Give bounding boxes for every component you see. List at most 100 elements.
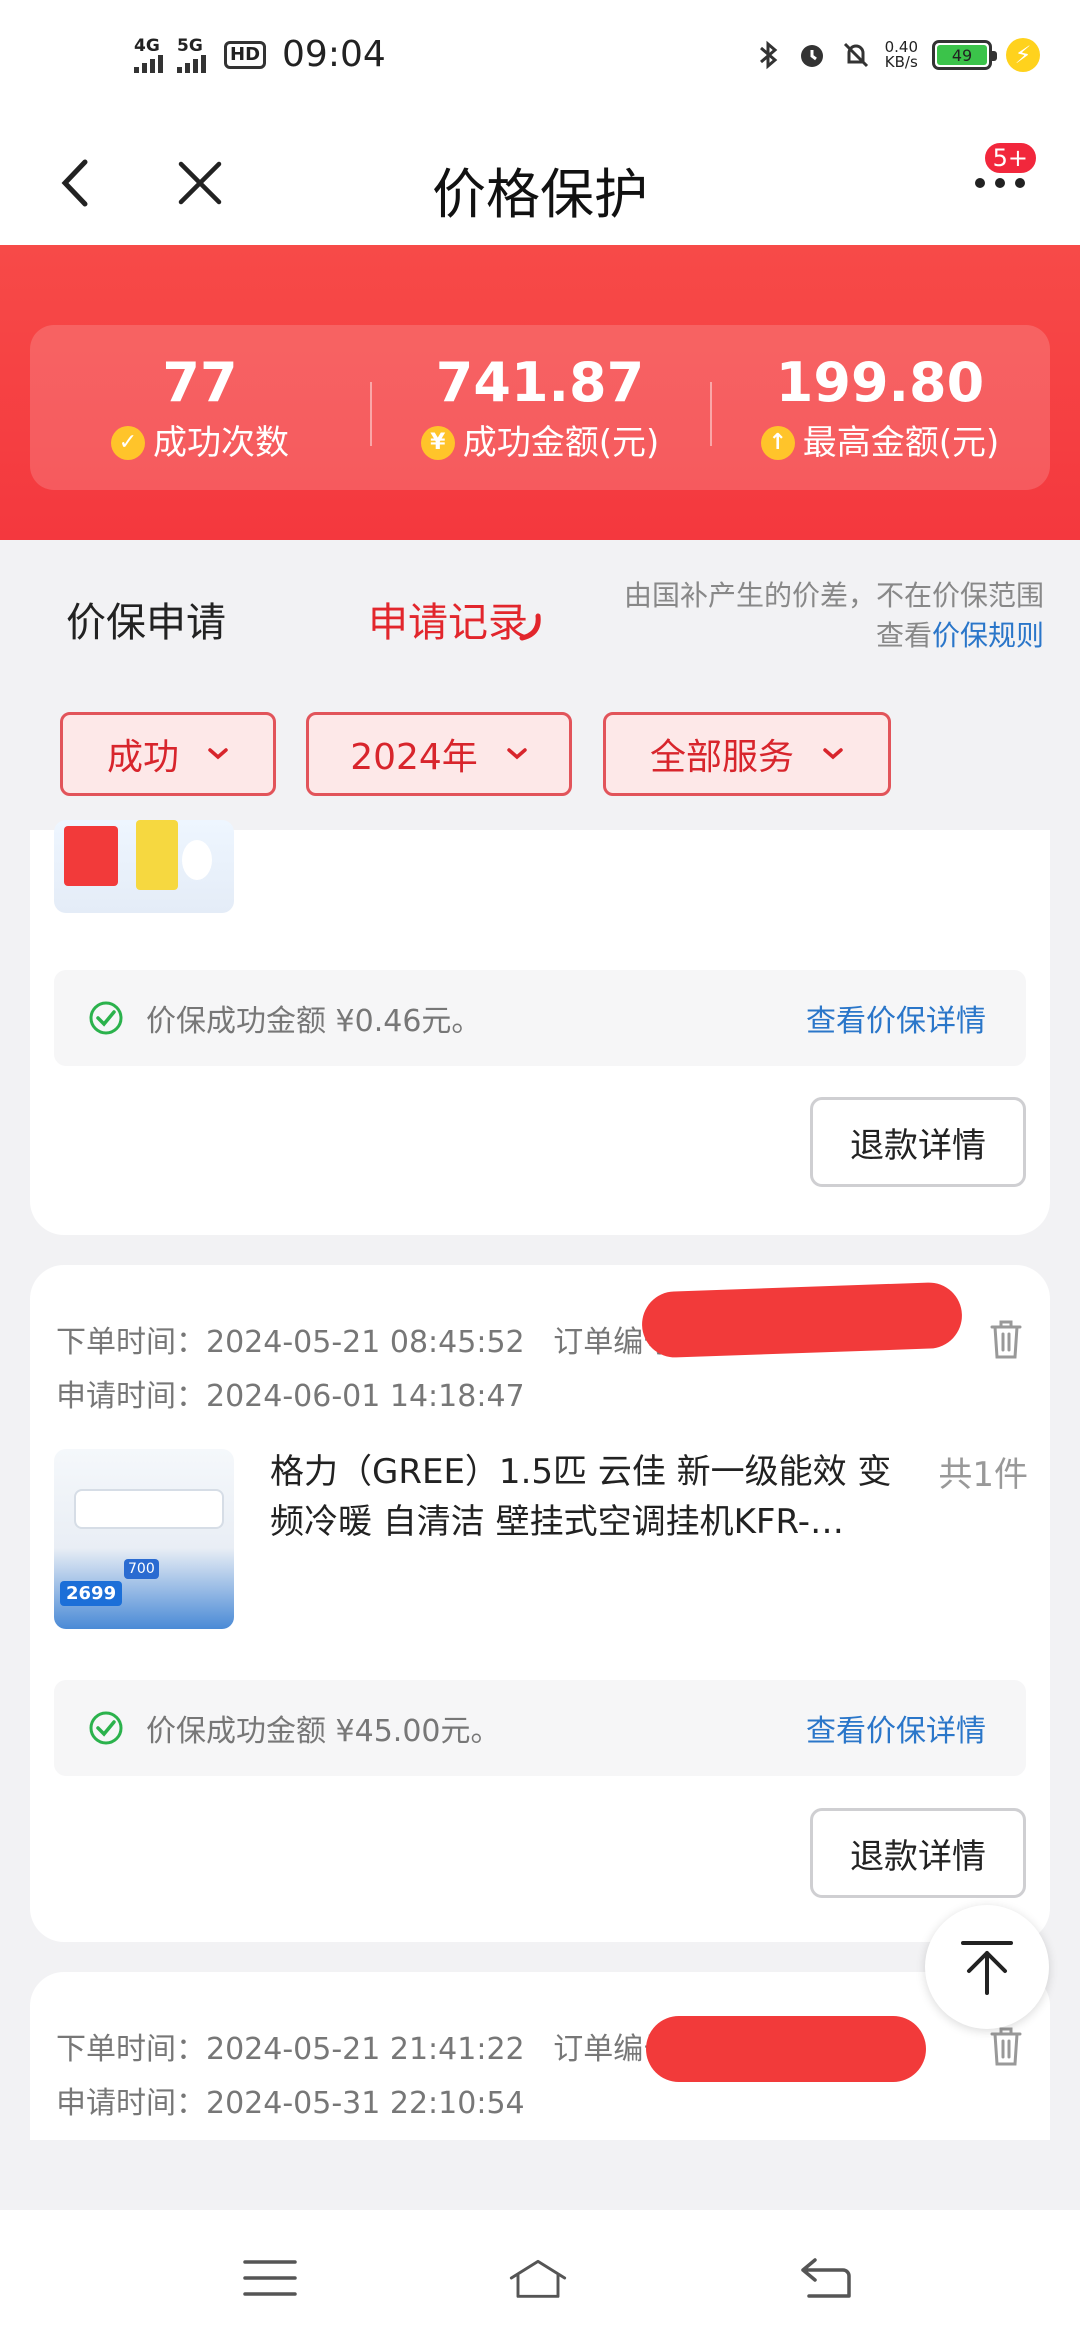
chevron-down-icon — [208, 748, 228, 760]
apply-time-label: 申请时间： — [56, 2086, 206, 2121]
thumb-tag: 700 — [124, 1559, 159, 1579]
charging-icon: ⚡ — [1006, 38, 1040, 72]
filter-service-dropdown[interactable]: 全部服务 — [603, 712, 891, 796]
order-time-value: 2024-05-21 08:45:52 — [206, 1325, 525, 1360]
menu-button[interactable] — [240, 2248, 300, 2308]
nav-header: 价格保护 5+ — [0, 120, 1080, 245]
status-bar: 4G 5G HD 09:04 0.40 KB/s 49 ⚡ — [0, 0, 1080, 120]
refund-detail-button[interactable]: 退款详情 — [810, 1097, 1026, 1187]
home-button[interactable] — [508, 2248, 568, 2308]
stat-success-count: 77 ✓ 成功次数 — [30, 348, 370, 468]
system-nav-bar — [0, 2210, 1080, 2340]
filter-row: 成功 2024年 全部服务 — [0, 700, 1080, 800]
filter-year-label: 2024年 — [350, 737, 478, 778]
back-to-top-button[interactable] — [925, 1905, 1049, 2029]
filter-year-dropdown[interactable]: 2024年 — [306, 712, 572, 796]
menu-icon — [243, 2260, 297, 2296]
check-circle-icon — [89, 1711, 123, 1745]
signal-5g: 5G — [177, 37, 206, 73]
stat-value: 199.80 — [775, 350, 985, 414]
signal-bars-icon — [177, 54, 206, 73]
filter-status-label: 成功 — [106, 737, 179, 778]
record-card: 下单时间：2024-05-21 21:41:22 订单编号 申请时间：2024-… — [30, 1972, 1050, 2140]
more-dots-icon — [975, 178, 1025, 188]
order-time-label: 下单时间： — [56, 1325, 206, 1360]
apply-time-label: 申请时间： — [56, 1379, 206, 1414]
chevron-down-icon — [507, 748, 527, 760]
thumb-price: 2699 — [60, 1581, 123, 1606]
note-rule-line: 查看价保规则 — [624, 616, 1044, 656]
battery-level: 49 — [937, 45, 987, 65]
product-thumbnail[interactable] — [54, 820, 234, 913]
order-time-row: 下单时间：2024-05-21 21:41:22 订单编号 — [56, 2024, 673, 2068]
view-detail-link[interactable]: 查看价保详情 — [806, 996, 986, 1040]
back-nav-button[interactable] — [795, 2248, 855, 2308]
bluetooth-icon — [753, 40, 783, 70]
check-coin-icon: ✓ — [111, 425, 145, 460]
stat-value: 77 — [162, 350, 238, 414]
yen-coin-icon: ¥ — [420, 425, 455, 460]
arrow-up-icon — [961, 1941, 1013, 1995]
stat-value: 741.87 — [435, 350, 645, 414]
alarm-icon — [797, 40, 827, 70]
arrow-up-coin-icon: ↑ — [760, 425, 795, 460]
tab-active-indicator — [519, 613, 541, 641]
status-left: 4G 5G HD 09:04 — [134, 34, 386, 75]
record-card: 下单时间：2024-05-21 08:45:52 订单编号 申请时间：2024-… — [30, 1265, 1050, 1942]
check-circle-icon — [89, 1001, 123, 1035]
refund-detail-button[interactable]: 退款详情 — [810, 1808, 1026, 1898]
redacted-order-number — [646, 2016, 926, 2082]
signal-4g-label: 4G — [134, 35, 160, 56]
tab-apply[interactable]: 价保申请 — [66, 590, 226, 648]
tab-records[interactable]: 申请记录 — [368, 590, 528, 648]
product-thumbnail[interactable]: 700 2699 — [54, 1449, 234, 1629]
record-card: 价保成功金额 ¥0.46元。 查看价保详情 退款详情 — [30, 820, 1050, 1235]
summary-banner: 77 ✓ 成功次数 741.87 ¥ 成功金额(元) 199.80 ↑ 最高金额… — [0, 245, 1080, 540]
notification-badge: 5+ — [981, 140, 1039, 176]
chevron-down-icon — [823, 748, 843, 760]
tab-bar: 价保申请 申请记录 由国补产生的价差，不在价保范围 查看价保规则 — [0, 540, 1080, 680]
stat-success-amount: 741.87 ¥ 成功金额(元) — [370, 348, 710, 468]
network-speed: 0.40 KB/s — [885, 40, 918, 70]
page-title: 价格保护 — [432, 163, 648, 226]
note-prefix: 查看 — [875, 619, 932, 652]
goods-title[interactable]: 格力（GREE）1.5匹 云佳 新一级能效 变频冷暖 自清洁 壁挂式空调挂机KF… — [270, 1447, 910, 1547]
trash-icon[interactable] — [986, 2024, 1026, 2068]
goods-count: 共1件 — [938, 1455, 1028, 1495]
signal-5g-label: 5G — [177, 35, 203, 56]
stat-label-row: ↑ 最高金额(元) — [710, 418, 1050, 468]
order-time-label: 下单时间： — [56, 2032, 206, 2067]
note-line: 由国补产生的价差，不在价保范围 — [623, 579, 1044, 612]
speed-unit: KB/s — [884, 53, 918, 71]
order-time-value: 2024-05-21 21:41:22 — [206, 2032, 525, 2067]
clock: 09:04 — [282, 34, 386, 75]
battery-icon: 49 — [932, 40, 997, 70]
status-right: 0.40 KB/s 49 ⚡ — [753, 38, 1040, 72]
more-button[interactable]: 5+ — [965, 140, 1039, 218]
filter-service-label: 全部服务 — [649, 737, 794, 778]
apply-time-row: 申请时间：2024-06-01 14:18:47 — [56, 1371, 525, 1415]
hd-icon: HD — [224, 40, 267, 69]
signal-4g: 4G — [134, 37, 163, 73]
price-protect-note: 由国补产生的价差，不在价保范围 查看价保规则 — [624, 576, 1044, 656]
stat-label: 最高金额(元) — [802, 422, 1000, 463]
apply-time-value: 2024-06-01 14:18:47 — [206, 1379, 525, 1414]
stat-max-amount: 199.80 ↑ 最高金额(元) — [710, 348, 1050, 468]
success-amount-text: 价保成功金额 ¥45.00元。 — [146, 1714, 501, 1749]
view-detail-link[interactable]: 查看价保详情 — [806, 1706, 986, 1750]
back-arrow-icon — [801, 2258, 851, 2298]
success-row: 价保成功金额 ¥0.46元。 查看价保详情 — [54, 970, 1026, 1066]
filter-status-dropdown[interactable]: 成功 — [60, 712, 276, 796]
rules-link[interactable]: 价保规则 — [932, 619, 1044, 652]
success-row: 价保成功金额 ¥45.00元。 查看价保详情 — [54, 1680, 1026, 1776]
stat-label-row: ✓ 成功次数 — [30, 418, 370, 468]
home-icon — [509, 2259, 567, 2298]
redacted-order-number — [640, 1281, 964, 1359]
trash-icon[interactable] — [986, 1317, 1026, 1361]
success-amount-text: 价保成功金额 ¥0.46元。 — [146, 1004, 482, 1039]
order-time-row: 下单时间：2024-05-21 08:45:52 订单编号 — [56, 1317, 673, 1361]
stat-label-row: ¥ 成功金额(元) — [370, 418, 710, 468]
mute-bell-icon — [841, 40, 871, 70]
stat-label: 成功金额(元) — [462, 422, 660, 463]
apply-time-row: 申请时间：2024-05-31 22:10:54 — [56, 2078, 525, 2122]
